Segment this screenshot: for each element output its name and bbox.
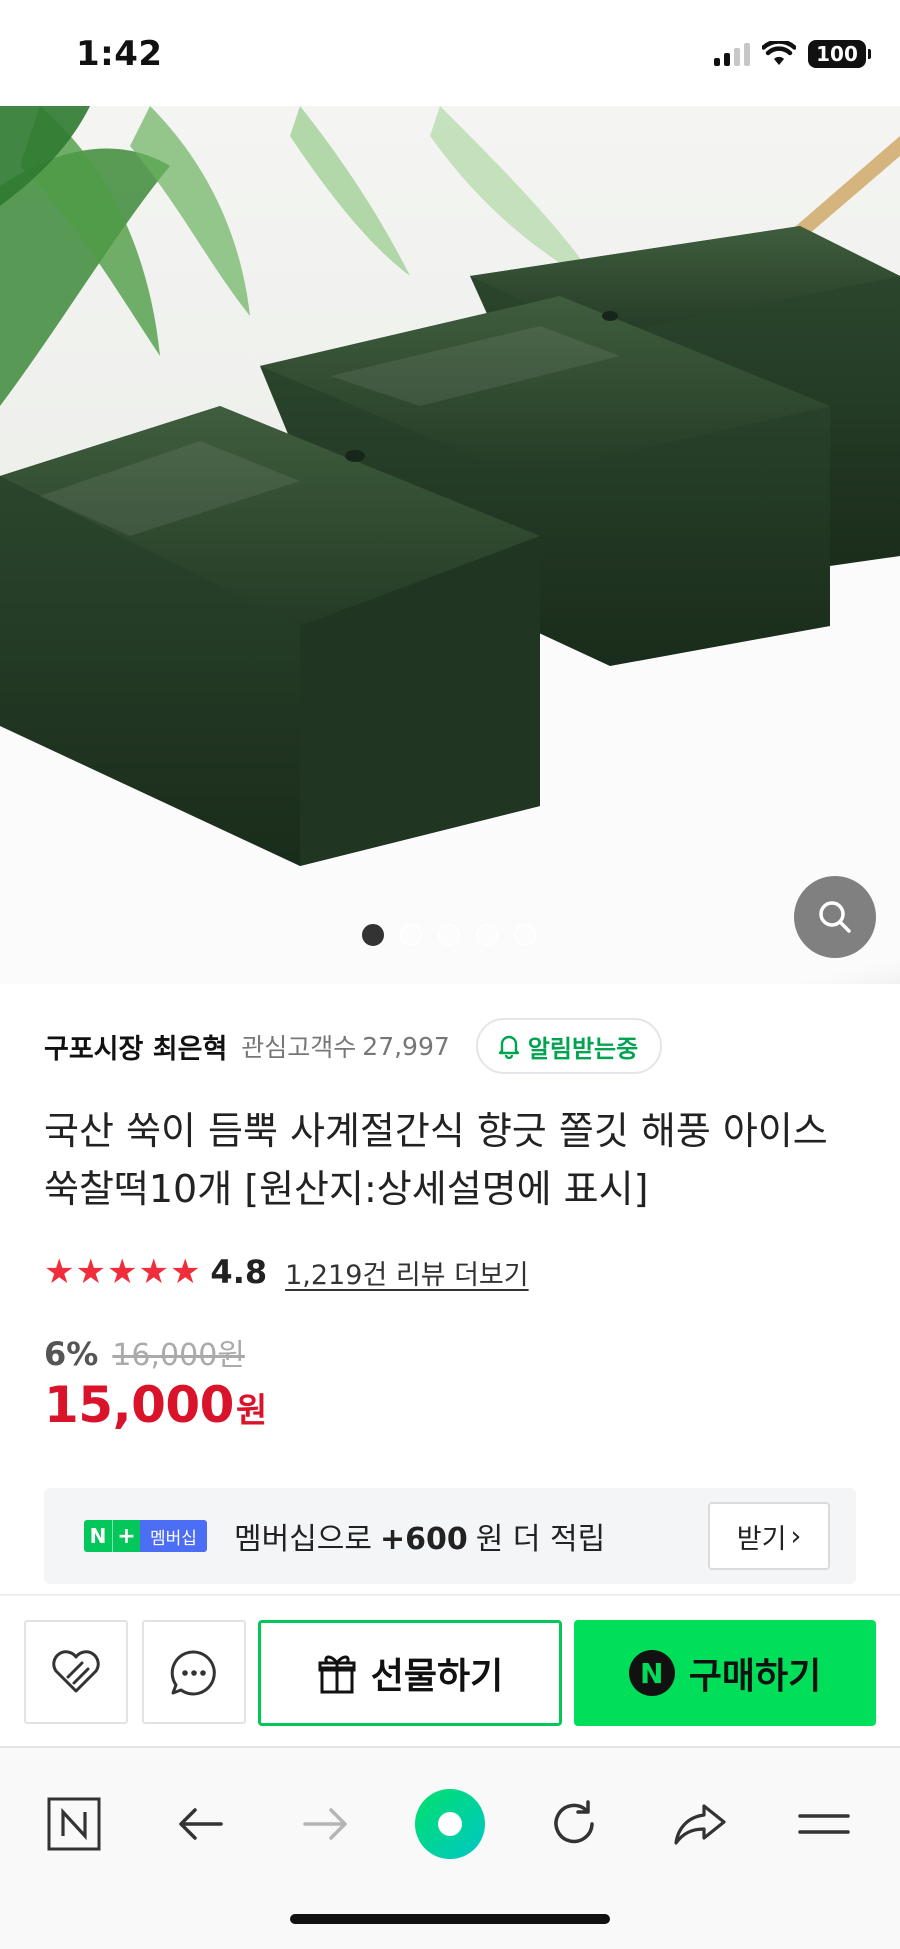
rating-row: ★ ★ ★ ★ ★ 4.8 1,219건 리뷰 더보기 [44,1250,529,1294]
star-icon: ★ [75,1252,106,1292]
menu-button[interactable] [786,1786,862,1862]
rating-stars: ★ ★ ★ ★ ★ [44,1255,200,1289]
status-time: 1:42 [76,34,163,74]
search-icon [819,901,851,933]
gallery-dot[interactable] [400,924,422,946]
gallery-dot[interactable] [514,924,536,946]
hamburger-menu-icon [798,1814,850,1834]
membership-text: 멤버십으로 +600 원 더 적립 [234,1514,605,1558]
refresh-button[interactable] [536,1786,612,1862]
zoom-button[interactable] [794,876,876,958]
gift-label: 선물하기 [370,1656,504,1697]
cellular-signal-icon [714,42,750,66]
browser-navigation-bar [0,1746,900,1949]
alarm-toggle-button[interactable]: 알림받는중 [475,1018,663,1074]
bell-icon [498,1035,519,1059]
purchase-action-bar: 선물하기 N 구매하기 [0,1594,900,1746]
product-image-gallery[interactable] [0,106,900,984]
rating-score: 4.8 [210,1253,268,1291]
share-button[interactable] [662,1786,738,1862]
membership-points: +600 [380,1522,468,1557]
follower-label: 관심고객수 [241,1033,357,1062]
sale-price-row: 15,000 원 [44,1376,267,1434]
badge-label: 멤버십 [140,1520,207,1552]
gallery-dot[interactable] [476,924,498,946]
wifi-icon [762,41,796,65]
battery-icon: 100 [808,40,871,68]
gallery-pagination [362,924,536,946]
alarm-label: 알림받는중 [527,1034,639,1063]
membership-text-prefix: 멤버십으로 [234,1522,372,1557]
naver-pay-icon: N [628,1650,675,1696]
sale-price-unit: 원 [235,1391,268,1431]
gift-box-icon [318,1655,356,1694]
badge-n: N [84,1520,112,1552]
status-icons: 100 [714,38,871,70]
share-arrow-icon [674,1804,726,1845]
rice-cake-photo [0,136,900,866]
product-title: 국산 쑥이 듬뿍 사계절간식 향긋 쫄깃 해풍 아이스 쑥찰떡10개 [원산지:… [44,1109,828,1211]
gift-button[interactable]: 선물하기 [258,1620,562,1726]
membership-banner: N + 멤버십 멤버십으로 +600 원 더 적립 받기 › [44,1488,856,1584]
arrow-left-icon [179,1808,223,1840]
star-icon: ★ [138,1252,169,1292]
star-icon: ★ [44,1252,75,1292]
heart-icon [52,1650,100,1693]
receive-points-button[interactable]: 받기 › [708,1502,830,1570]
discount-rate: 6% [44,1335,99,1373]
review-more-link[interactable]: 1,219건 리뷰 더보기 [285,1253,529,1292]
naver-n-icon [47,1797,101,1851]
naver-plus-membership-badge: N + 멤버십 [84,1520,207,1552]
membership-text-suffix: 원 더 적립 [475,1522,606,1557]
wishlist-button[interactable] [24,1620,128,1724]
follower-count: 27,997 [362,1031,450,1061]
star-icon: ★ [106,1252,138,1292]
star-icon: ★ [169,1252,201,1292]
chat-bubble-icon [170,1650,216,1696]
gallery-dot[interactable] [438,924,460,946]
chevron-right-icon: › [790,1520,802,1552]
naver-home-button[interactable] [36,1786,112,1862]
forward-button[interactable] [288,1786,364,1862]
arrow-right-icon [303,1808,347,1840]
seller-name-link[interactable]: 구포시장 최은혁 [44,1027,227,1066]
green-dot-button[interactable] [412,1786,488,1862]
buy-button[interactable]: N 구매하기 [574,1620,876,1726]
back-button[interactable] [162,1786,238,1862]
status-bar: 1:42 100 [0,0,900,106]
discount-row: 6% 16,000원 [44,1330,245,1374]
receive-label: 받기 [736,1523,787,1555]
home-indicator[interactable] [290,1914,610,1924]
green-dot-icon [415,1789,485,1859]
seller-row: 구포시장 최은혁 관심고객수 27,997 알림받는중 [44,1018,663,1074]
gallery-dot[interactable] [362,924,384,946]
buy-label: 구매하기 [688,1656,822,1697]
talk-inquiry-button[interactable] [142,1620,246,1724]
badge-plus: + [112,1520,140,1552]
original-price: 16,000원 [112,1338,245,1373]
sale-price: 15,000 [44,1376,234,1434]
refresh-icon [554,1800,594,1844]
